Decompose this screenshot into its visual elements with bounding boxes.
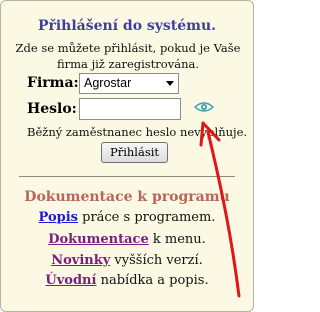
docs-title: Dokumentace k programu <box>24 189 230 205</box>
doc-item-novinky: Novinky vyšších verzí. <box>1 253 253 268</box>
firma-label: Firma: <box>27 75 79 91</box>
dokumentace-link[interactable]: Dokumentace <box>48 232 149 247</box>
doc-item-text: k menu. <box>148 232 206 247</box>
employee-note: Běžný zaměstnanec heslo nevyplňuje. <box>27 125 248 139</box>
doc-item-text: práce s programem. <box>77 210 216 225</box>
doc-item-text: vyšších verzí. <box>110 253 203 268</box>
popis-link[interactable]: Popis <box>39 210 78 225</box>
uvodni-link[interactable]: Úvodní <box>45 273 96 288</box>
doc-item-uvodni: Úvodní nabídka a popis. <box>1 273 253 288</box>
login-button[interactable]: Přihlásit <box>101 142 168 163</box>
firma-selected-value: Agrostar <box>84 76 132 90</box>
login-info-text: Zde se můžete přihlásit, pokud je Vaše f… <box>15 41 241 71</box>
heslo-label: Heslo: <box>27 101 77 117</box>
firma-select[interactable]: Agrostar <box>79 73 179 94</box>
login-panel: Přihlášení do systému. Zde se můžete při… <box>0 0 254 312</box>
doc-item-text: nabídka a popis. <box>96 273 209 288</box>
login-title: Přihlášení do systému. <box>37 18 217 34</box>
doc-item-dokumentace: Dokumentace k menu. <box>1 232 253 247</box>
chevron-down-icon <box>166 81 174 86</box>
novinky-link[interactable]: Novinky <box>51 253 110 268</box>
divider <box>19 176 235 177</box>
password-input[interactable] <box>79 98 181 120</box>
eye-icon[interactable] <box>194 100 214 114</box>
doc-item-popis: Popis práce s programem. <box>1 210 253 225</box>
